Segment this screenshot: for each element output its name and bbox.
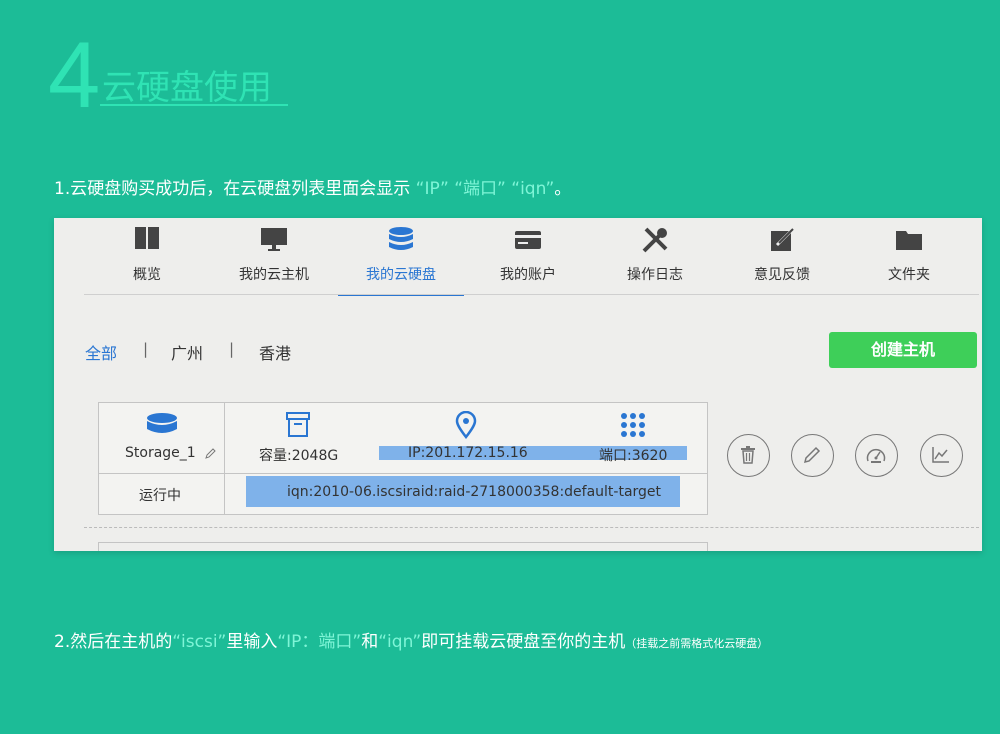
rename-pencil-icon[interactable] [205,448,216,459]
title-underline [100,104,288,106]
disk-card: Storage_1 运行中 容量:2048G IP:201.172.15.16 … [98,402,708,515]
next-disk-card [98,542,708,551]
grid-dots-icon [621,413,645,437]
step-2-ip-port: “IP：端口” [277,632,362,652]
monitor-chart-button[interactable] [920,434,963,477]
trash-icon [741,446,755,464]
console-screenshot: 概览 我的云主机 我的云硬盘 我的账户 操作日志 意见反馈 文件夹 全部 | 广… [54,218,982,551]
step-1-suffix: 。 [554,179,572,199]
disk-port: 端口:3620 [599,448,668,464]
delete-button[interactable] [727,434,770,477]
disk-name: Storage_1 [125,445,196,461]
tab-label: 操作日志 [627,267,683,283]
step-2-mid2: 和 [361,632,379,652]
speedometer-icon [866,448,886,463]
step-2-mid1: 里输入 [226,632,278,652]
tab-operation-log[interactable]: 操作日志 [592,218,718,296]
tools-icon [642,227,668,253]
tab-label: 我的账户 [500,267,556,283]
tab-feedback[interactable]: 意见反馈 [719,218,845,296]
tab-overview[interactable]: 概览 [84,218,210,296]
step-1-port: “端口” [454,179,506,199]
disk-ip: IP:201.172.15.16 [408,445,528,461]
disk-iqn: iqn:2010-06.iscsiraid:raid-2718000358:de… [287,484,662,500]
tab-label: 我的云硬盘 [366,267,436,283]
book-icon [135,227,159,249]
tab-label: 概览 [133,267,161,283]
tab-my-account[interactable]: 我的账户 [465,218,591,296]
tab-folder[interactable]: 文件夹 [846,218,972,296]
filter-separator: | [229,340,235,358]
location-pin-icon [455,411,477,439]
filter-guangzhou[interactable]: 广州 [171,340,203,364]
pencil-icon [803,446,821,464]
tab-my-hosts[interactable]: 我的云主机 [211,218,337,296]
step-2-iscsi: “iscsi” [172,632,227,652]
database-icon [389,227,413,250]
card-divider [99,473,707,474]
nav-tabs: 概览 我的云主机 我的云硬盘 我的账户 操作日志 意见反馈 文件夹 [54,218,982,296]
step-1-ip: “IP” [415,179,449,199]
step-2-text: 2.然后在主机的“iscsi”里输入“IP：端口”和“iqn”即可挂载云硬盘至你… [54,627,768,652]
monitor-icon [261,228,287,251]
step-2-iqn: “iqn” [378,632,422,652]
disk-icon [147,413,177,433]
filter-hongkong[interactable]: 香港 [259,340,291,364]
filter-all[interactable]: 全部 [85,340,117,364]
edit-button[interactable] [791,434,834,477]
section-title: 云硬盘使用 [102,68,272,108]
performance-button[interactable] [855,434,898,477]
row-separator [84,527,979,528]
card-divider [224,403,225,514]
tab-label: 文件夹 [888,267,930,283]
disk-capacity: 容量:2048G [259,448,339,464]
step-2-note: （挂载之前需格式化云硬盘） [625,637,769,650]
edit-icon [771,228,794,251]
tab-label: 意见反馈 [754,267,810,283]
tabs-divider [84,294,979,295]
create-host-button[interactable]: 创建主机 [829,332,977,368]
folder-icon [896,231,922,250]
chart-icon [932,447,949,463]
disk-status: 运行中 [139,488,181,504]
tab-label: 我的云主机 [239,267,309,283]
step-2-mid3: 即可挂载云硬盘至你的主机 [421,632,626,652]
step-1-iqn: “iqn” [511,179,555,199]
tab-my-disks[interactable]: 我的云硬盘 [338,218,464,296]
archive-icon [286,412,310,437]
step-1-prefix: 1.云硬盘购买成功后，在云硬盘列表里面会显示 [54,179,411,199]
section-number: 4 [48,22,100,127]
filter-separator: | [143,340,149,358]
step-1-text: 1.云硬盘购买成功后，在云硬盘列表里面会显示 “IP” “端口” “iqn”。 [54,174,571,199]
step-2-prefix: 2.然后在主机的 [54,632,173,652]
credit-card-icon [515,231,541,249]
